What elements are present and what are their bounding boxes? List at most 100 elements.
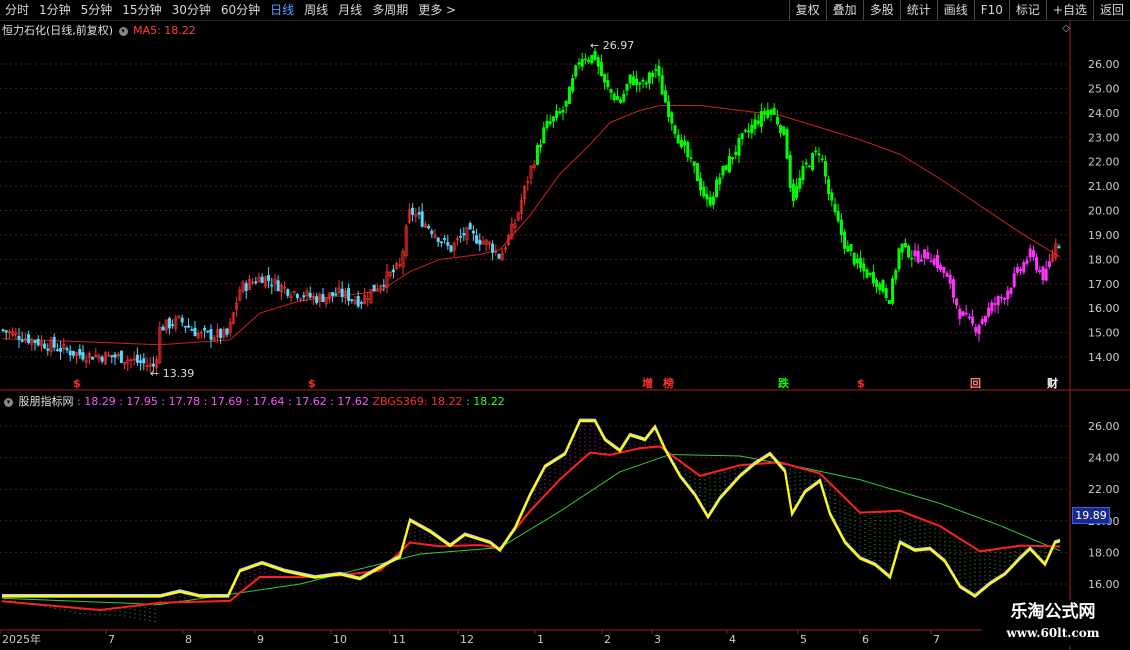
candle-body bbox=[225, 328, 229, 335]
candle-body bbox=[971, 316, 975, 324]
indicator-grey-line bbox=[2, 418, 1061, 597]
period-tab[interactable]: 1分钟 bbox=[34, 0, 76, 20]
y-tick-label: 21.00 bbox=[1088, 180, 1120, 193]
indicator-value: : 17.64 bbox=[245, 395, 285, 408]
candle-body bbox=[948, 274, 952, 284]
candle-body bbox=[107, 354, 111, 357]
candle-body bbox=[734, 151, 738, 155]
candle-body bbox=[414, 214, 418, 217]
period-tab[interactable]: 分时 bbox=[0, 0, 34, 20]
candle-body bbox=[231, 312, 235, 324]
candle-body bbox=[807, 165, 811, 168]
candle-body bbox=[561, 109, 565, 113]
y-tick-label: 16.00 bbox=[1088, 578, 1120, 591]
candle-body bbox=[750, 124, 754, 134]
x-tick-label: 2 bbox=[604, 633, 611, 646]
candle-body bbox=[139, 360, 143, 364]
candle-body bbox=[967, 316, 971, 319]
f10-button[interactable]: F10 bbox=[973, 0, 1009, 20]
event-marker: 榜 bbox=[663, 376, 674, 390]
candle-body bbox=[715, 179, 719, 198]
candle-body bbox=[206, 330, 210, 333]
candle-body bbox=[532, 164, 536, 168]
candle-body bbox=[446, 242, 450, 246]
overlay-button[interactable]: 叠加 bbox=[825, 0, 863, 20]
candle-body bbox=[638, 82, 642, 85]
candle-body bbox=[782, 126, 786, 135]
candle-body bbox=[759, 111, 763, 127]
candle-body bbox=[660, 75, 664, 95]
draw-line-button[interactable]: 画线 bbox=[936, 0, 974, 20]
candle-body bbox=[923, 249, 927, 259]
candle-body bbox=[523, 185, 527, 200]
candle-body bbox=[689, 157, 693, 159]
candle-body bbox=[737, 137, 741, 156]
period-tab-daily[interactable]: 日线 bbox=[265, 0, 299, 20]
candle-body bbox=[865, 269, 869, 278]
period-tab[interactable]: 月线 bbox=[333, 0, 367, 20]
mark-button[interactable]: 标记 bbox=[1008, 0, 1046, 20]
candle-body bbox=[148, 363, 152, 367]
indicator-value: : 18.29 bbox=[77, 395, 116, 408]
candle-body bbox=[772, 107, 776, 115]
candle-body bbox=[468, 223, 472, 230]
candle-body bbox=[235, 302, 239, 310]
candle-body bbox=[606, 80, 610, 88]
candle-body bbox=[222, 329, 226, 338]
candle-body bbox=[942, 266, 946, 273]
kline-chart[interactable]: 26.00 25.00 24.00 23.00 22.00 21.00 20.00 19.00… bbox=[0, 0, 1130, 650]
statistics-button[interactable]: 统计 bbox=[899, 0, 937, 20]
candle-body bbox=[564, 100, 568, 107]
candle-body bbox=[827, 179, 831, 195]
period-tab[interactable]: 5分钟 bbox=[76, 0, 118, 20]
event-marker: $ bbox=[73, 377, 81, 390]
add-watchlist-button[interactable]: +自选 bbox=[1045, 0, 1093, 20]
candle-body bbox=[135, 354, 139, 363]
more-periods-button[interactable]: 更多 > bbox=[413, 0, 461, 20]
candle-body bbox=[788, 154, 792, 188]
candle-body bbox=[567, 86, 571, 105]
candle-body bbox=[119, 350, 123, 363]
candle-body bbox=[337, 287, 341, 293]
x-tick-label: 7 bbox=[108, 633, 115, 646]
candle-body bbox=[97, 355, 101, 360]
candle-body bbox=[747, 130, 751, 133]
candle-body bbox=[215, 329, 219, 338]
candle-body bbox=[433, 234, 437, 238]
multi-stock-button[interactable]: 多股 bbox=[862, 0, 900, 20]
back-button[interactable]: 返回 bbox=[1092, 0, 1130, 20]
restore-rights-button[interactable]: 复权 bbox=[788, 0, 826, 20]
candle-body bbox=[599, 61, 603, 76]
candle-body bbox=[1003, 298, 1007, 300]
candle-body bbox=[167, 318, 171, 329]
main-chart-legend: 恒力石化(日线,前复权) ▾ MA5: 18.22 bbox=[2, 22, 196, 38]
candle-body bbox=[174, 317, 178, 329]
period-tab[interactable]: 60分钟 bbox=[216, 0, 265, 20]
candle-body bbox=[372, 284, 376, 292]
diamond-icon[interactable]: ◇ bbox=[1062, 23, 1070, 34]
candle-body bbox=[740, 133, 744, 139]
candle-body bbox=[724, 165, 728, 171]
indicator-name[interactable]: 股朋指标网 bbox=[19, 395, 74, 408]
candle-body bbox=[100, 356, 104, 362]
candle-body bbox=[910, 257, 914, 260]
period-tab[interactable]: 15分钟 bbox=[117, 0, 166, 20]
stock-title[interactable]: 恒力石化(日线,前复权) bbox=[2, 24, 113, 37]
event-marker: $ bbox=[857, 377, 865, 390]
candle-body bbox=[452, 242, 456, 251]
settings-circle-icon[interactable]: ▾ bbox=[4, 397, 13, 407]
period-tab[interactable]: 多周期 bbox=[367, 0, 413, 20]
period-tab[interactable]: 周线 bbox=[299, 0, 333, 20]
period-tab[interactable]: 30分钟 bbox=[167, 0, 216, 20]
candle-body bbox=[183, 325, 187, 328]
candle-body bbox=[289, 295, 293, 298]
candle-body bbox=[836, 211, 840, 222]
candle-body bbox=[657, 65, 661, 77]
candle-body bbox=[843, 231, 847, 249]
candle-body bbox=[769, 109, 773, 115]
candle-body bbox=[583, 58, 587, 61]
candle-body bbox=[417, 212, 421, 215]
candle-body bbox=[49, 339, 53, 353]
y-tick-label: 20.00 bbox=[1088, 205, 1120, 218]
settings-circle-icon[interactable]: ▾ bbox=[118, 26, 128, 36]
